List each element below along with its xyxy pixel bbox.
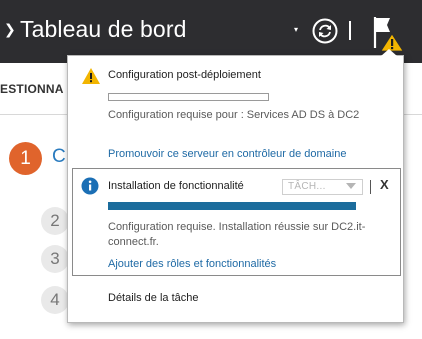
step-1-label[interactable]: C (52, 146, 66, 168)
tasks-dropdown[interactable]: TÂCH... (282, 179, 363, 195)
step-1-badge: 1 (9, 142, 42, 175)
close-icon[interactable]: X (380, 177, 389, 192)
page-title: Tableau de bord (20, 16, 187, 42)
progress-fill (108, 202, 356, 210)
notification-progress-bar (108, 93, 269, 101)
back-chevron-icon[interactable]: ❯ (4, 21, 16, 38)
header-separator (349, 21, 351, 40)
tasks-dropdown-label: TÂCH... (288, 181, 326, 192)
dropdown-caret-icon[interactable]: ▾ (294, 25, 298, 34)
chevron-down-icon (346, 183, 356, 189)
step-2-badge: 2 (41, 207, 69, 235)
notification-progress-bar (108, 202, 356, 210)
warning-icon (82, 68, 100, 84)
refresh-icon[interactable] (312, 18, 338, 44)
notification-title: Installation de fonctionnalité (108, 180, 244, 192)
notification-description: Configuration requise pour : Services AD… (108, 109, 360, 121)
notification-description: Configuration requise. Installation réus… (108, 221, 366, 248)
notification-title: Configuration post-déploiement (108, 69, 261, 81)
step-4-badge: 4 (41, 286, 69, 314)
notification-flag-warning-icon[interactable] (370, 14, 406, 52)
background-heading: ESTIONNA (0, 82, 64, 96)
promote-domain-controller-link[interactable]: Promouvoir ce serveur en contrôleur de d… (108, 148, 346, 160)
info-icon (81, 177, 99, 195)
add-roles-features-link[interactable]: Ajouter des rôles et fonctionnalités (108, 258, 276, 270)
step-3-badge: 3 (41, 245, 69, 273)
task-details-link[interactable]: Détails de la tâche (108, 292, 199, 304)
popup-arrow (381, 49, 397, 56)
notification-separator (370, 180, 371, 194)
